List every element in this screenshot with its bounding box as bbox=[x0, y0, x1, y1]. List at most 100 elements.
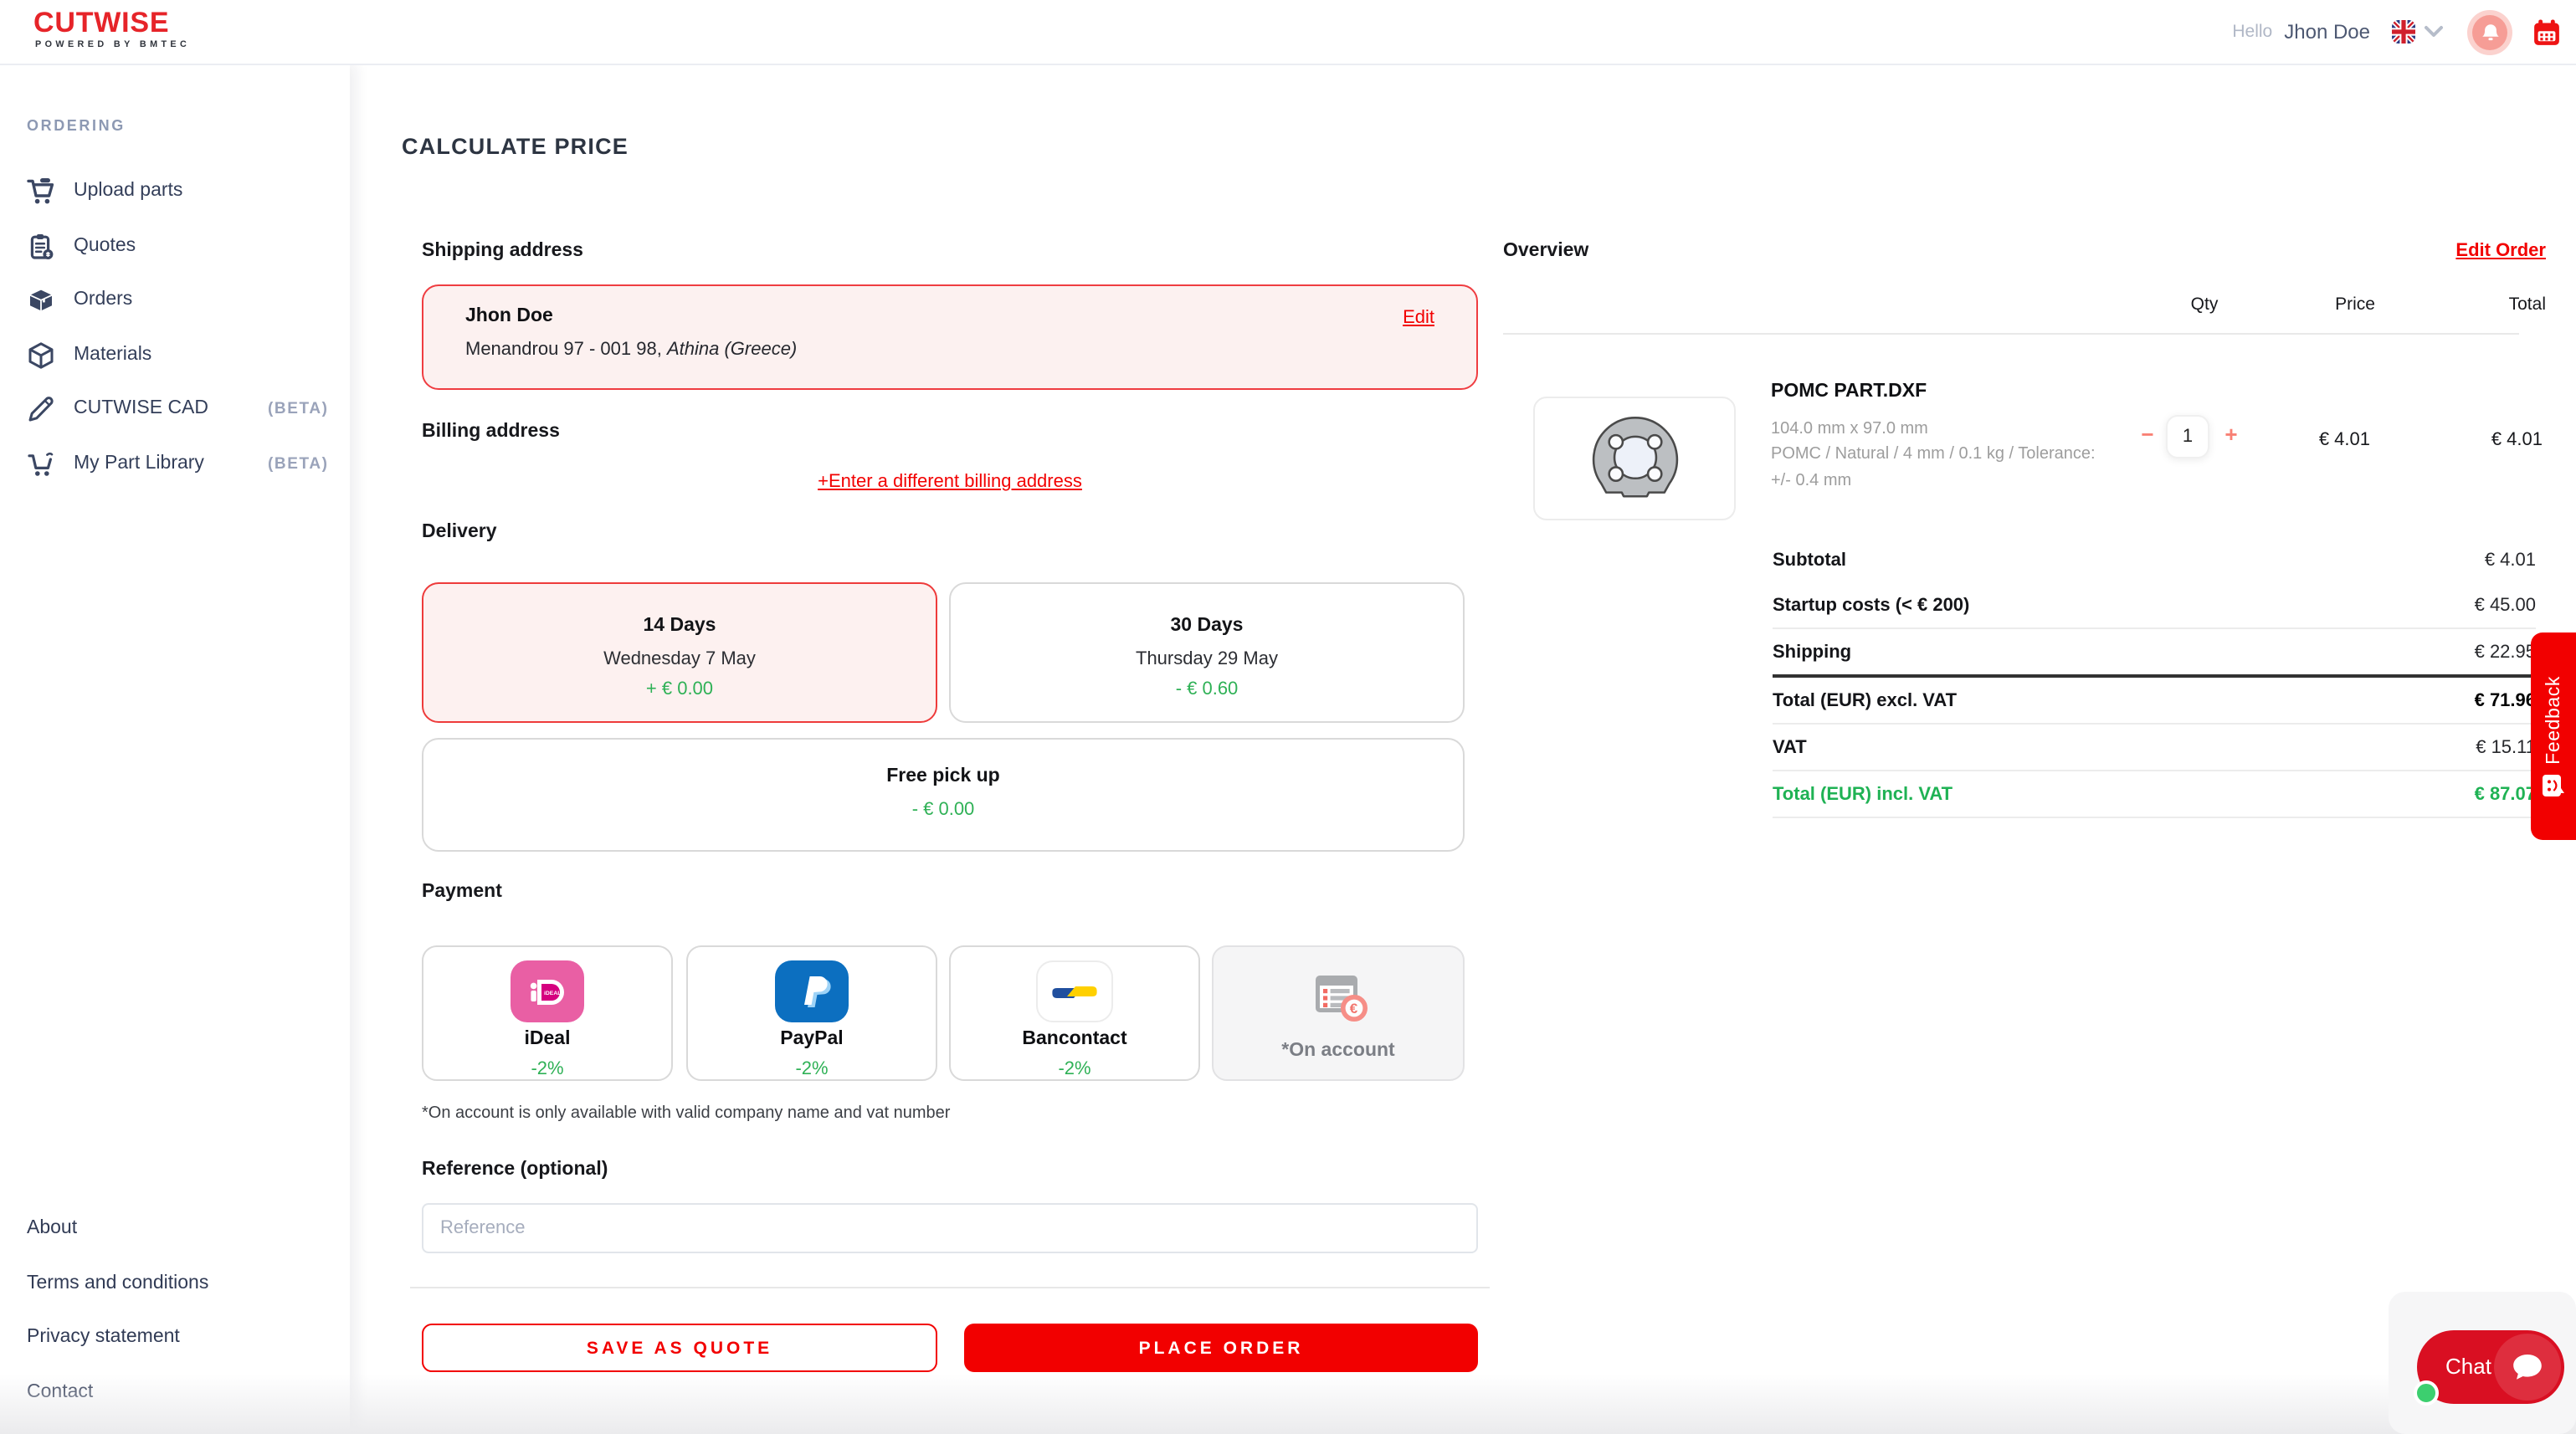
invoice-euro-icon: € bbox=[1301, 960, 1375, 1034]
payment-heading: Payment bbox=[422, 882, 502, 902]
top-right-cluster: Hello Jhon Doe bbox=[2232, 0, 2561, 64]
feedback-label: Feedback bbox=[2543, 675, 2563, 764]
shipping-address-line: Menandrou 97 - 001 98, Athina (Greece) bbox=[465, 340, 797, 360]
cube-icon bbox=[27, 341, 55, 369]
speech-bubble-icon bbox=[2511, 1351, 2544, 1383]
user-name[interactable]: Jhon Doe bbox=[2284, 20, 2370, 44]
sidebar-link-contact[interactable]: Contact bbox=[27, 1382, 93, 1402]
quote-clipboard-icon bbox=[27, 232, 55, 260]
save-as-quote-button[interactable]: SAVE AS QUOTE bbox=[422, 1324, 937, 1372]
chat-button[interactable]: Chat bbox=[2417, 1330, 2564, 1404]
cart-icon bbox=[27, 177, 55, 205]
payment-method-on-account: € *On account bbox=[1212, 945, 1465, 1081]
column-header-total: Total bbox=[2509, 294, 2546, 315]
add-billing-address-link[interactable]: +Enter a different billing address bbox=[818, 472, 1082, 492]
item-dimensions: 104.0 mm x 97.0 mm bbox=[1771, 420, 1928, 438]
smiley-speech-bubble-icon bbox=[2543, 776, 2564, 797]
feedback-tab[interactable]: Feedback bbox=[2531, 632, 2576, 840]
bell-inner-circle bbox=[2472, 14, 2507, 49]
reference-input[interactable] bbox=[422, 1203, 1478, 1253]
totals-label: Total (EUR) incl. VAT bbox=[1773, 784, 1953, 804]
edit-shipping-link[interactable]: Edit bbox=[1403, 308, 1434, 328]
totals-label: Total (EUR) excl. VAT bbox=[1773, 690, 1957, 710]
edit-order-link[interactable]: Edit Order bbox=[2455, 241, 2546, 261]
greeting-label: Hello bbox=[2232, 22, 2272, 42]
billing-row: +Enter a different billing address bbox=[422, 465, 1478, 495]
delivery-option-free-pickup[interactable]: Free pick up - € 0.00 bbox=[422, 738, 1465, 852]
payment-method-ideal[interactable]: iDEAL iDeal -2% bbox=[422, 945, 673, 1081]
beta-badge: (BETA) bbox=[268, 454, 329, 473]
chat-label: Chat bbox=[2445, 1354, 2491, 1379]
chevron-down-icon[interactable] bbox=[2424, 25, 2444, 38]
payment-method-paypal[interactable]: PayPal -2% bbox=[686, 945, 937, 1081]
sidebar-item-label: Quotes bbox=[74, 236, 136, 256]
uk-flag-icon[interactable] bbox=[2392, 20, 2415, 44]
totals-value: € 87.07 bbox=[2475, 784, 2536, 804]
sidebar: ORDERING Upload parts Quotes Orders Mate… bbox=[0, 64, 350, 1434]
online-status-dot bbox=[2414, 1380, 2439, 1406]
divider bbox=[410, 1287, 1490, 1288]
svg-text:iDEAL: iDEAL bbox=[544, 990, 561, 996]
package-icon bbox=[27, 285, 55, 314]
delivery-option-title: Free pick up bbox=[423, 766, 1463, 786]
logo[interactable]: CUTWISE bbox=[33, 8, 169, 37]
totals-value: € 45.00 bbox=[2475, 595, 2536, 615]
item-total: € 4.01 bbox=[2491, 430, 2543, 450]
sidebar-item-cutwise-cad[interactable]: CUTWISE CAD (BETA) bbox=[0, 388, 350, 428]
shipping-address-heading: Shipping address bbox=[422, 241, 583, 261]
sidebar-link-privacy[interactable]: Privacy statement bbox=[27, 1327, 180, 1347]
add-billing-label: Enter a different billing address bbox=[829, 472, 1082, 492]
part-thumbnail bbox=[1533, 397, 1736, 520]
totals-label: VAT bbox=[1773, 737, 1807, 757]
delivery-option-date: Wednesday 7 May bbox=[423, 649, 936, 669]
delivery-option-14-days[interactable]: 14 Days Wednesday 7 May + € 0.00 bbox=[422, 582, 937, 723]
totals-row-total-incl-vat: Total (EUR) incl. VAT € 87.07 bbox=[1773, 771, 2536, 818]
sidebar-item-upload-parts[interactable]: Upload parts bbox=[0, 171, 350, 211]
payment-method-discount: -2% bbox=[531, 1059, 563, 1079]
item-price: € 4.01 bbox=[2319, 430, 2370, 450]
totals-row-startup-costs: Startup costs (< € 200) € 45.00 bbox=[1773, 582, 2536, 629]
totals-row-vat: VAT € 15.11 bbox=[1773, 725, 2536, 771]
totals-row-shipping: Shipping € 22.95 bbox=[1773, 629, 2536, 678]
billing-address-heading: Billing address bbox=[422, 422, 560, 442]
payment-method-name: PayPal bbox=[780, 1029, 843, 1049]
reference-heading: Reference (optional) bbox=[422, 1160, 608, 1180]
paypal-logo-icon bbox=[775, 960, 849, 1022]
qty-decrease-button[interactable]: − bbox=[2136, 423, 2159, 447]
shipping-address-card: Jhon Doe Menandrou 97 - 001 98, Athina (… bbox=[422, 284, 1478, 390]
app-root: CUTWISE POWERED BY BMTEC Hello Jhon Doe … bbox=[0, 0, 2576, 1434]
sidebar-item-label: Upload parts bbox=[74, 181, 182, 201]
qty-increase-button[interactable]: + bbox=[2219, 423, 2243, 447]
address-part2: Athina (Greece) bbox=[667, 340, 797, 360]
column-header-qty: Qty bbox=[2163, 294, 2246, 315]
delivery-option-price: - € 0.00 bbox=[423, 800, 1463, 820]
sidebar-link-terms[interactable]: Terms and conditions bbox=[27, 1273, 208, 1293]
payment-method-bancontact[interactable]: Bancontact -2% bbox=[949, 945, 1200, 1081]
divider bbox=[1503, 333, 2519, 335]
item-specs-line1: POMC / Natural / 4 mm / 0.1 kg / Toleran… bbox=[1771, 445, 2096, 463]
sidebar-link-about[interactable]: About bbox=[27, 1218, 77, 1238]
overview-heading: Overview bbox=[1503, 241, 1588, 261]
place-order-button[interactable]: PLACE ORDER bbox=[964, 1324, 1478, 1372]
sidebar-item-materials[interactable]: Materials bbox=[0, 335, 350, 375]
calendar-icon[interactable] bbox=[2532, 18, 2561, 46]
svg-text:€: € bbox=[1349, 1001, 1357, 1017]
payment-method-name: iDeal bbox=[525, 1029, 571, 1049]
totals-label: Subtotal bbox=[1773, 550, 1846, 570]
totals-label: Shipping bbox=[1773, 642, 1851, 662]
sidebar-item-my-part-library[interactable]: My Part Library (BETA) bbox=[0, 443, 350, 484]
sidebar-item-quotes[interactable]: Quotes bbox=[0, 226, 350, 266]
delivery-option-30-days[interactable]: 30 Days Thursday 29 May - € 0.60 bbox=[949, 582, 1465, 723]
payment-method-discount: -2% bbox=[795, 1059, 828, 1079]
payment-method-name: *On account bbox=[1281, 1041, 1394, 1061]
on-account-note: *On account is only available with valid… bbox=[422, 1104, 950, 1123]
totals-value: € 71.96 bbox=[2475, 690, 2536, 710]
notification-bell-icon[interactable] bbox=[2467, 9, 2512, 54]
checkout-column: Shipping address Jhon Doe Menandrou 97 -… bbox=[422, 0, 1478, 1434]
delivery-option-date: Thursday 29 May bbox=[951, 649, 1463, 669]
totals-value: € 22.95 bbox=[2475, 642, 2536, 662]
sidebar-item-orders[interactable]: Orders bbox=[0, 279, 350, 320]
delivery-heading: Delivery bbox=[422, 522, 497, 542]
sidebar-section-label: ORDERING bbox=[27, 117, 126, 134]
qty-value[interactable]: 1 bbox=[2166, 415, 2209, 458]
